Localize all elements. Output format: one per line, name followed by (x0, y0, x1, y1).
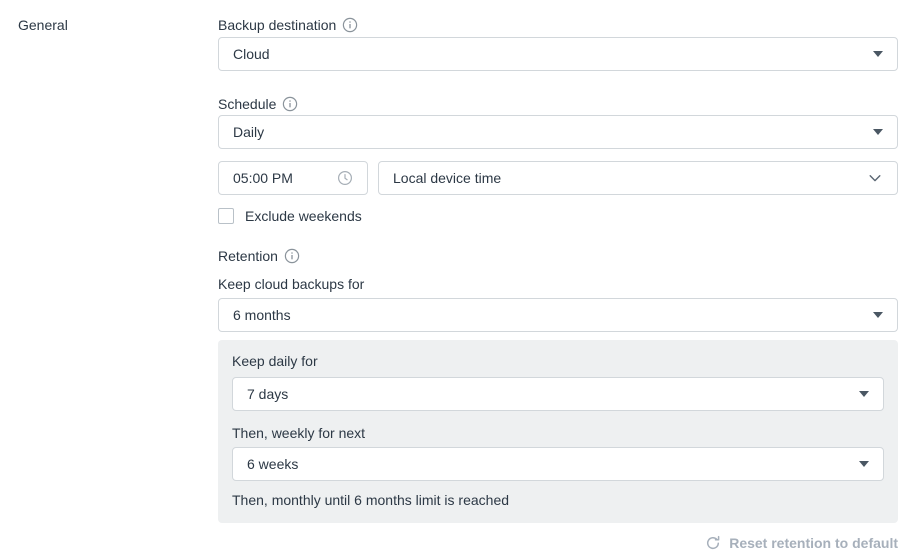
backup-destination-value: Cloud (233, 46, 270, 62)
exclude-weekends-checkbox[interactable] (218, 208, 234, 224)
backup-destination-label: Backup destination (218, 16, 336, 34)
schedule-select[interactable]: Daily (218, 115, 898, 149)
weekly-value: 6 weeks (247, 456, 298, 472)
reset-icon (705, 535, 721, 551)
retention-label-row: Retention (218, 247, 898, 265)
dropdown-arrow-icon (873, 312, 883, 318)
timezone-value: Local device time (393, 170, 501, 186)
schedule-label: Schedule (218, 95, 276, 113)
keep-cloud-backups-label: Keep cloud backups for (218, 275, 898, 293)
exclude-weekends-row: Exclude weekends (218, 207, 898, 225)
dropdown-arrow-icon (859, 391, 869, 397)
exclude-weekends-label: Exclude weekends (245, 208, 362, 224)
dropdown-arrow-icon (873, 129, 883, 135)
schedule-label-row: Schedule (218, 95, 898, 113)
retention-detail-panel: Keep daily for 7 days Then, weekly for n… (218, 340, 898, 523)
backup-destination-label-row: Backup destination (218, 16, 898, 34)
reset-label: Reset retention to default (729, 535, 898, 551)
time-value: 05:00 PM (233, 170, 293, 186)
schedule-value: Daily (233, 124, 264, 140)
dropdown-arrow-icon (859, 461, 869, 467)
chevron-down-icon (867, 170, 883, 186)
backup-destination-select[interactable]: Cloud (218, 37, 898, 71)
monthly-note: Then, monthly until 6 months limit is re… (232, 491, 884, 509)
section-label-general: General (18, 17, 68, 33)
weekly-label: Then, weekly for next (232, 424, 884, 442)
keep-daily-label: Keep daily for (232, 352, 884, 370)
keep-daily-select[interactable]: 7 days (232, 377, 884, 411)
dropdown-arrow-icon (873, 51, 883, 57)
keep-daily-value: 7 days (247, 386, 288, 402)
reset-retention-link[interactable]: Reset retention to default (218, 535, 898, 551)
info-icon[interactable] (282, 96, 298, 112)
keep-cloud-backups-value: 6 months (233, 307, 291, 323)
settings-form: Backup destination Cloud Schedule Daily … (218, 16, 898, 551)
time-input[interactable]: 05:00 PM (218, 161, 368, 195)
retention-label: Retention (218, 247, 278, 265)
timezone-select[interactable]: Local device time (378, 161, 898, 195)
keep-cloud-backups-select[interactable]: 6 months (218, 298, 898, 332)
schedule-time-row: 05:00 PM Local device time (218, 161, 898, 195)
weekly-select[interactable]: 6 weeks (232, 447, 884, 481)
backup-settings-page: General Backup destination Cloud Schedul… (0, 0, 917, 558)
clock-icon (337, 170, 353, 186)
info-icon[interactable] (342, 17, 358, 33)
info-icon[interactable] (284, 248, 300, 264)
